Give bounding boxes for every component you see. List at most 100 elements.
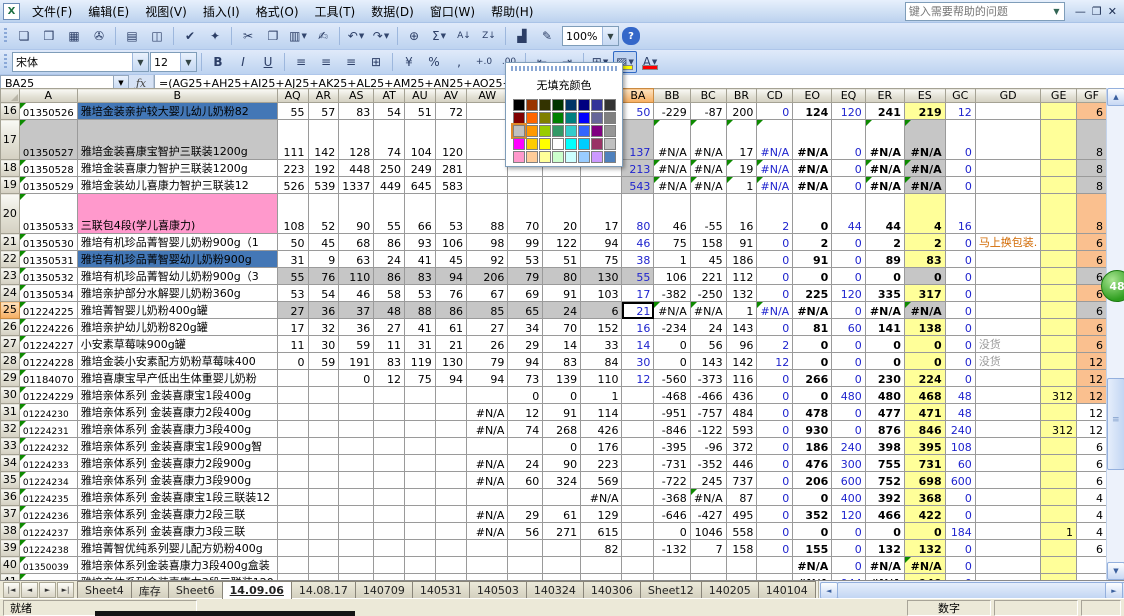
cell-AT37[interactable] [374, 506, 405, 523]
cell-AR27[interactable]: 30 [308, 336, 339, 353]
cell-GF30[interactable]: 12 [1077, 387, 1107, 404]
cell-GF20[interactable]: 8 [1077, 194, 1107, 234]
sheet-tab-0[interactable]: Sheet4 [77, 581, 132, 599]
cell-AW17[interactable] [467, 120, 508, 160]
cell-B38[interactable]: 雅培亲体系列 金装喜康力3段三联 [77, 523, 277, 540]
cell-EQ29[interactable]: 0 [832, 370, 866, 387]
cell-AY25[interactable]: 24 [543, 302, 581, 319]
cell-BC18[interactable]: #N/A [690, 160, 726, 177]
cell-BC19[interactable]: #N/A [690, 177, 726, 194]
cell-AV16[interactable]: 72 [435, 103, 466, 120]
zoom-select[interactable]: 100%▼ [562, 26, 619, 46]
cell-AT21[interactable]: 86 [374, 234, 405, 251]
cell-CD23[interactable]: 0 [757, 268, 793, 285]
cell-AX20[interactable]: 70 [508, 194, 543, 234]
cell-EQ22[interactable]: 0 [832, 251, 866, 268]
cell-EO25[interactable]: #N/A [793, 302, 832, 319]
cell-B24[interactable]: 雅培亲护部分水解婴儿奶粉360g [77, 285, 277, 302]
chevron-down-icon[interactable]: ▼ [602, 27, 618, 45]
cell-A34[interactable]: 01224233 [19, 455, 77, 472]
row-header-34[interactable]: 34 [1, 455, 20, 472]
cell-GF28[interactable]: 12 [1077, 353, 1107, 370]
cell-BB29[interactable]: -560 [654, 370, 690, 387]
cell-AQ37[interactable] [277, 506, 308, 523]
cell-CD28[interactable]: 12 [757, 353, 793, 370]
cell-AW24[interactable]: 67 [467, 285, 508, 302]
cell-EQ39[interactable]: 0 [832, 540, 866, 557]
cell-BA27[interactable]: 14 [622, 336, 654, 353]
cell-B40[interactable]: 雅培亲体系列金装喜康力3段400g盒装 [77, 557, 277, 574]
cell-AQ17[interactable]: 111 [277, 120, 308, 160]
cell-EQ26[interactable]: 60 [832, 319, 866, 336]
cell-ES19[interactable]: #N/A [904, 177, 945, 194]
cell-BC39[interactable]: 7 [690, 540, 726, 557]
cell-AU20[interactable]: 66 [405, 194, 436, 234]
cell-AR22[interactable]: 9 [308, 251, 339, 268]
sheet-tab-2[interactable]: Sheet6 [168, 581, 223, 599]
cell-BB25[interactable]: #N/A [654, 302, 690, 319]
cell-AU36[interactable] [405, 489, 436, 506]
cell-AV21[interactable]: 106 [435, 234, 466, 251]
cell-BB32[interactable]: -846 [654, 421, 690, 438]
cell-AQ26[interactable]: 17 [277, 319, 308, 336]
color-swatch-38[interactable] [591, 151, 603, 163]
cell-GD29[interactable] [975, 370, 1041, 387]
chevron-down-icon[interactable]: ▼ [180, 53, 196, 71]
cell-A16[interactable]: 01350526 [19, 103, 77, 120]
help-button[interactable]: ? [622, 27, 640, 45]
cell-EQ23[interactable]: 0 [832, 268, 866, 285]
cell-AS21[interactable]: 68 [339, 234, 374, 251]
cell-GC37[interactable]: 0 [945, 506, 975, 523]
cell-AQ23[interactable]: 55 [277, 268, 308, 285]
vertical-scroll-thumb[interactable] [1107, 378, 1124, 470]
cell-BA36[interactable] [622, 489, 654, 506]
cut-button[interactable]: ✂ [236, 25, 260, 47]
cell-EO18[interactable]: #N/A [793, 160, 832, 177]
cell-EQ32[interactable]: 0 [832, 421, 866, 438]
cell-AU28[interactable]: 119 [405, 353, 436, 370]
cell-ER18[interactable]: #N/A [865, 160, 904, 177]
cell-BB24[interactable]: -382 [654, 285, 690, 302]
cell-GD39[interactable] [975, 540, 1041, 557]
cell-EQ28[interactable]: 0 [832, 353, 866, 370]
column-header-AV[interactable]: AV [435, 89, 466, 103]
cell-AR21[interactable]: 45 [308, 234, 339, 251]
cell-BB21[interactable]: 75 [654, 234, 690, 251]
cell-CD17[interactable]: #N/A [757, 120, 793, 160]
cell-AY34[interactable]: 90 [543, 455, 581, 472]
cell-AV27[interactable]: 21 [435, 336, 466, 353]
cell-AS27[interactable]: 59 [339, 336, 374, 353]
column-header-AR[interactable]: AR [308, 89, 339, 103]
cell-AX21[interactable]: 99 [508, 234, 543, 251]
cell-AY30[interactable]: 0 [543, 387, 581, 404]
cell-AR38[interactable] [308, 523, 339, 540]
cell-BR35[interactable]: 737 [726, 472, 757, 489]
cell-EQ20[interactable]: 44 [832, 194, 866, 234]
cell-GC39[interactable]: 0 [945, 540, 975, 557]
cell-BA26[interactable]: 16 [622, 319, 654, 336]
sheet-tab-1[interactable]: 库存 [131, 581, 169, 599]
cell-BB20[interactable]: 46 [654, 194, 690, 234]
cell-BA30[interactable] [622, 387, 654, 404]
cell-AW35[interactable]: #N/A [467, 472, 508, 489]
color-swatch-22[interactable] [591, 125, 603, 137]
menu-format[interactable]: 格式(O) [248, 1, 307, 22]
cell-A27[interactable]: 01224227 [19, 336, 77, 353]
tab-scroll-next-icon[interactable]: ► [39, 582, 56, 598]
cell-EQ31[interactable]: 0 [832, 404, 866, 421]
cell-AR36[interactable] [308, 489, 339, 506]
cell-AS16[interactable]: 83 [339, 103, 374, 120]
cell-AZ29[interactable]: 110 [581, 370, 622, 387]
cell-GC29[interactable]: 0 [945, 370, 975, 387]
cell-EO38[interactable]: 0 [793, 523, 832, 540]
column-header-B[interactable]: B [77, 89, 277, 103]
cell-AR20[interactable]: 52 [308, 194, 339, 234]
cell-AR31[interactable] [308, 404, 339, 421]
cell-BR23[interactable]: 112 [726, 268, 757, 285]
color-swatch-12[interactable] [565, 112, 577, 124]
cell-B28[interactable]: 雅培金装小安素配方奶粉草莓味400 [77, 353, 277, 370]
cell-AS39[interactable] [339, 540, 374, 557]
cell-AT31[interactable] [374, 404, 405, 421]
row-header-37[interactable]: 37 [1, 506, 20, 523]
row-header-23[interactable]: 23 [1, 268, 20, 285]
